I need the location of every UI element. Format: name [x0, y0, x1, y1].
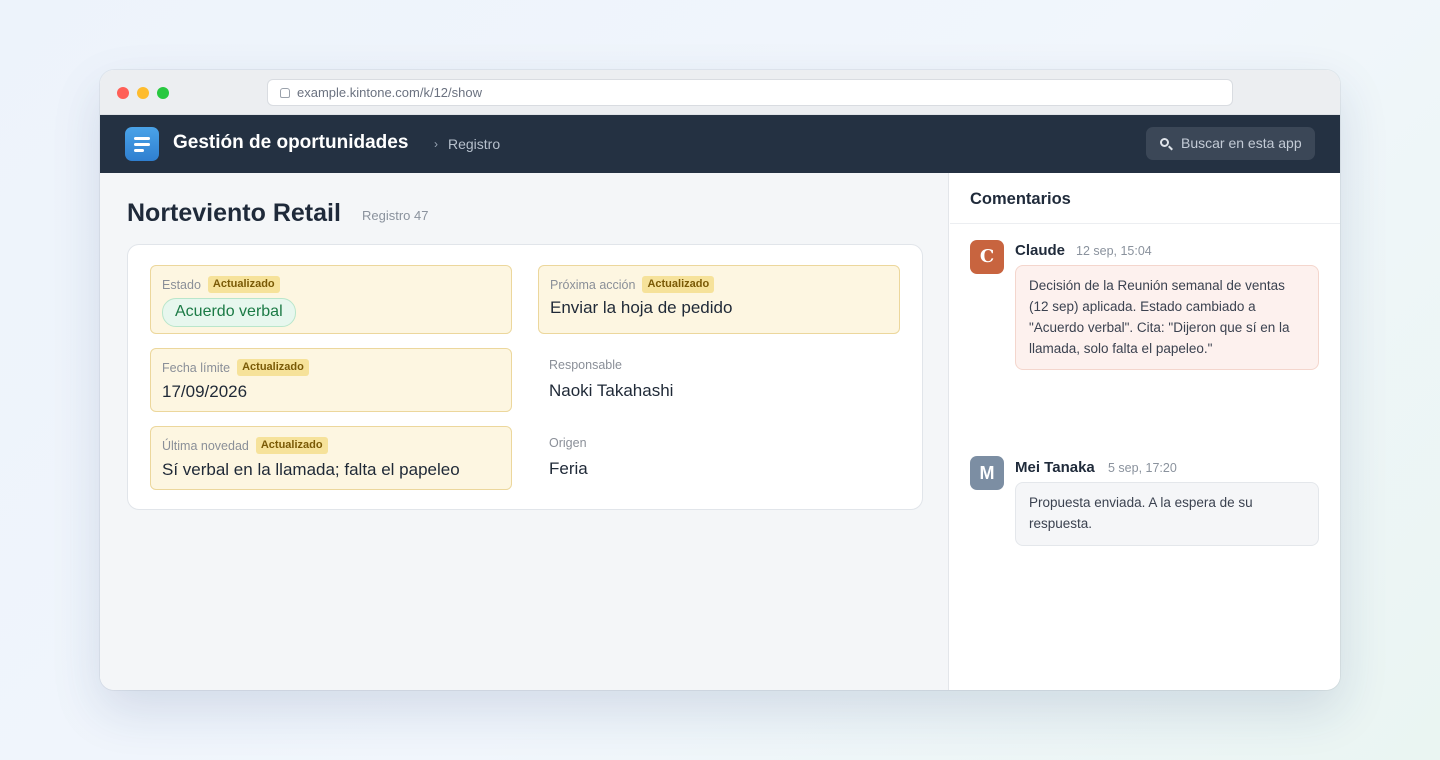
field-label: Origen [549, 436, 587, 450]
app-header: Gestión de oportunidades › Registro Busc… [100, 115, 1340, 173]
field-value: Enviar la hoja de pedido [550, 298, 733, 317]
field-label: Estado [162, 277, 201, 292]
field-fecha-limite[interactable]: Fecha límite Actualizado 17/09/2026 [150, 348, 512, 412]
record-detail: Norteviento Retail Registro 47 Estado Ac… [100, 173, 949, 690]
field-value: 17/09/2026 [162, 382, 248, 401]
search-icon [1160, 138, 1169, 147]
breadcrumb: Registro [448, 136, 501, 152]
comment-timestamp: 12 sep, 15:04 [1076, 244, 1152, 258]
browser-chrome: example.kintone.com/k/12/show [100, 70, 1340, 115]
comment-body: Propuesta enviada. A la espera de su res… [1015, 482, 1319, 546]
maximize-window-button[interactable] [157, 87, 169, 99]
breadcrumb-chevron-icon: › [434, 137, 438, 151]
updated-badge: Actualizado [207, 276, 280, 293]
comment-author: Claude [1015, 242, 1066, 259]
comment-author: Mei Tanaka [1015, 459, 1095, 476]
field-label: Próxima acción [550, 277, 636, 292]
record-number: Registro 47 [362, 208, 429, 223]
field-label: Fecha límite [162, 360, 231, 375]
lock-icon [280, 88, 290, 98]
comments-panel: Comentarios C Claude 12 sep, 15:04 Decis… [950, 173, 1340, 690]
field-ultima-novedad[interactable]: Última novedad Actualizado Sí verbal en … [150, 426, 512, 490]
field-proxima-accion[interactable]: Próxima acción Actualizado Enviar la hoj… [538, 265, 900, 334]
address-bar[interactable]: example.kintone.com/k/12/show [267, 79, 1233, 106]
browser-window: example.kintone.com/k/12/show Gestión de… [100, 70, 1340, 690]
field-origen[interactable]: Origen Feria [538, 426, 900, 490]
field-responsable[interactable]: Responsable Naoki Takahashi [538, 348, 900, 412]
updated-badge: Actualizado [642, 276, 715, 293]
app-list-icon[interactable] [125, 127, 159, 161]
comment-body: Decisión de la Reunión semanal de ventas… [1015, 265, 1319, 370]
field-value: Naoki Takahashi [549, 381, 674, 400]
comments-title: Comentarios [950, 173, 1340, 224]
field-value: Feria [549, 459, 588, 478]
comment-timestamp: 5 sep, 17:20 [1108, 461, 1177, 475]
minimize-window-button[interactable] [137, 87, 149, 99]
avatar: M [970, 456, 1004, 490]
updated-badge: Actualizado [237, 359, 309, 376]
close-window-button[interactable] [117, 87, 129, 99]
field-label: Última novedad [162, 438, 249, 453]
app-search-input[interactable]: Buscar en esta app [1146, 127, 1315, 160]
address-bar-url: example.kintone.com/k/12/show [297, 85, 482, 100]
field-label: Responsable [549, 358, 622, 372]
status-badge: Acuerdo verbal [162, 298, 296, 327]
updated-badge: Actualizado [255, 437, 328, 454]
field-estado[interactable]: Estado Actualizado Acuerdo verbal [150, 265, 512, 334]
field-value: Sí verbal en la llamada; falta el papele… [162, 460, 460, 479]
avatar: C [970, 240, 1004, 274]
search-placeholder: Buscar en esta app [1181, 135, 1302, 151]
record-fields-card: Estado Actualizado Acuerdo verbal Próxim… [127, 244, 923, 510]
app-title[interactable]: Gestión de oportunidades [173, 132, 408, 154]
record-title: Norteviento Retail [127, 199, 341, 227]
